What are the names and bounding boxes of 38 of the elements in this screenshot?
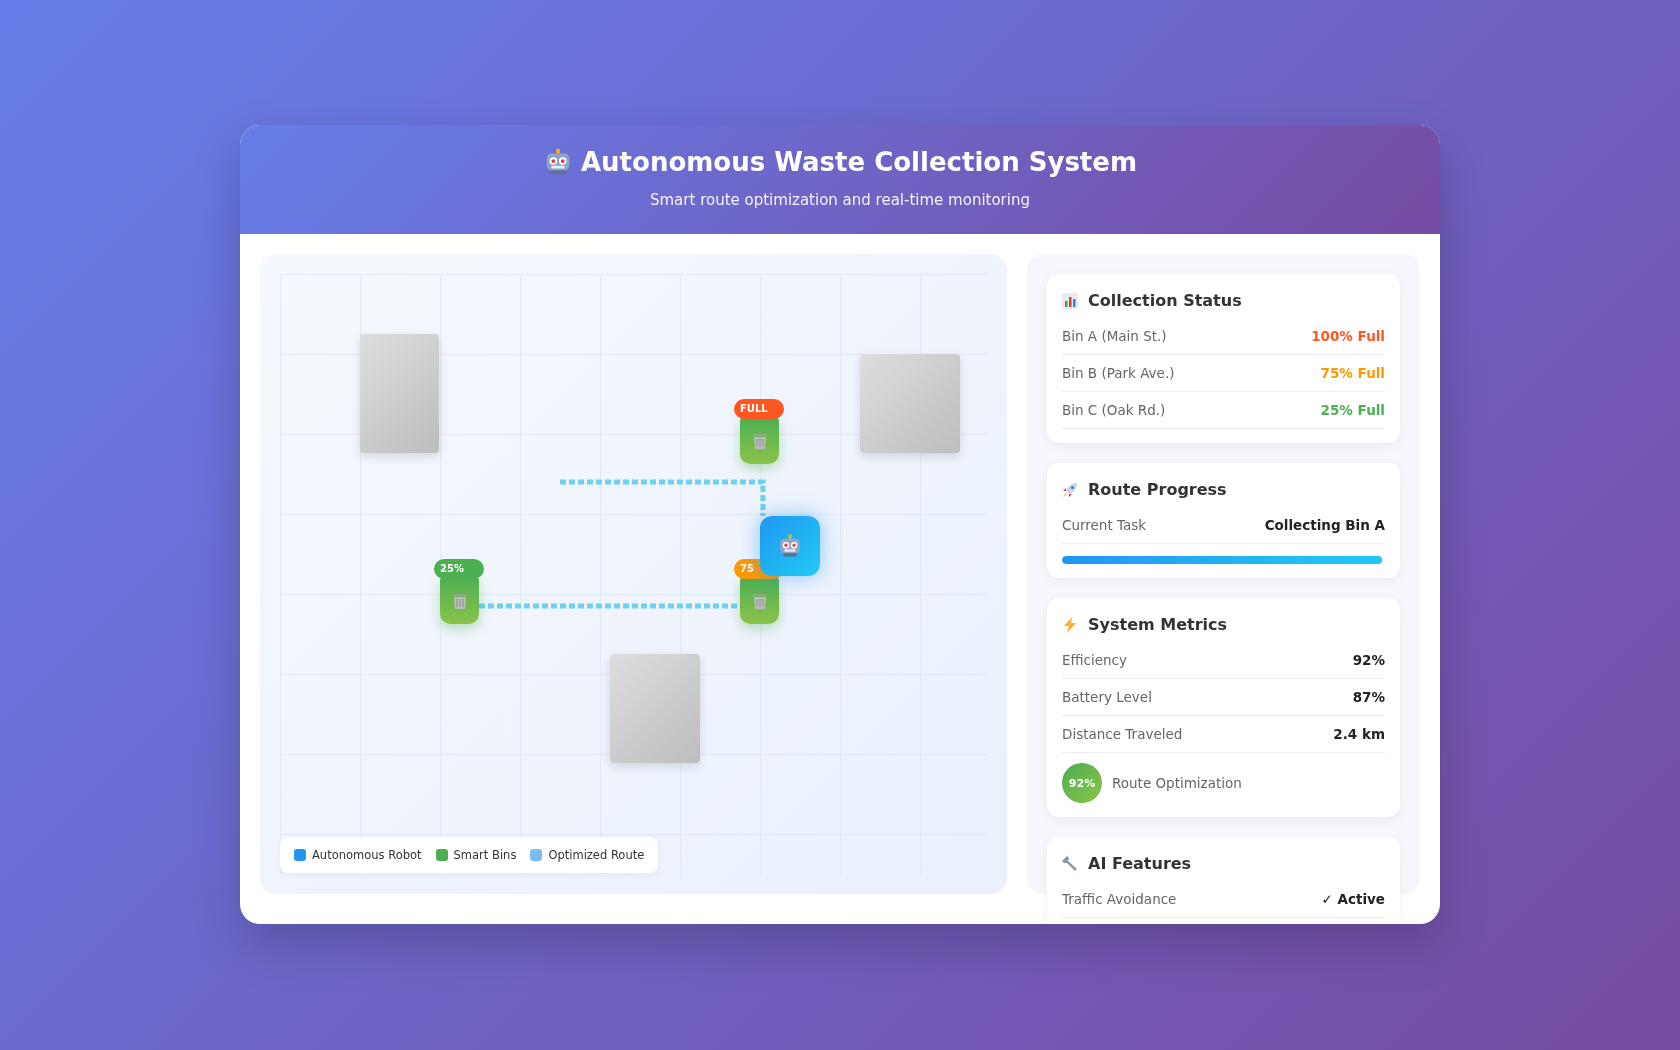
row-label: Battery Level — [1062, 689, 1152, 705]
row-value: 87% — [1352, 689, 1385, 705]
row-label: Efficiency — [1062, 652, 1128, 668]
gauge-label: Route Optimization — [1112, 775, 1242, 791]
row-label: Bin B (Park Ave.) — [1062, 365, 1175, 381]
page-subtitle: Smart route optimization and real-time monitoring — [649, 191, 1031, 209]
legend-label: Optimized Route — [548, 848, 645, 862]
score-circle: 92% — [1062, 763, 1102, 803]
row-value: 92% — [1352, 652, 1385, 668]
row-label: Current Task — [1062, 517, 1147, 533]
row-label: Bin A (Main St.) — [1062, 328, 1167, 344]
row-label: Traffic Avoidance — [1062, 891, 1177, 907]
row-value: 25% Full — [1320, 402, 1385, 418]
page-title: Autonomous Waste Collection System — [580, 147, 1138, 177]
row-value: 100% Full — [1311, 328, 1385, 344]
lightning-icon — [1062, 616, 1078, 633]
robot-icon — [777, 533, 803, 559]
row-label: Bin C (Oak Rd.) — [1062, 402, 1166, 418]
card-title: System Metrics — [1088, 615, 1228, 634]
smart-bin[interactable] — [740, 577, 779, 624]
smart-bin[interactable] — [740, 417, 779, 464]
row-value: 2.4 km — [1333, 726, 1385, 742]
wrench-icon — [1062, 855, 1078, 872]
robot-marker[interactable] — [760, 516, 820, 576]
legend-label: Smart Bins — [453, 848, 517, 862]
row-value: ✓ Active — [1321, 891, 1385, 907]
smart-bin[interactable] — [440, 577, 479, 624]
bin-badge: 25% — [434, 559, 484, 579]
rocket-icon — [1062, 481, 1078, 498]
card-title: AI Features — [1088, 854, 1192, 873]
row-label: Distance Traveled — [1062, 726, 1183, 742]
bin-badge: FULL — [734, 399, 784, 419]
row-value: Collecting Bin A — [1264, 517, 1385, 533]
row-value: 75% Full — [1320, 365, 1385, 381]
card-title: Collection Status — [1088, 291, 1242, 310]
legend-label: Autonomous Robot — [312, 848, 422, 862]
card-title: Route Progress — [1088, 480, 1227, 499]
bar-chart-icon — [1062, 292, 1078, 309]
